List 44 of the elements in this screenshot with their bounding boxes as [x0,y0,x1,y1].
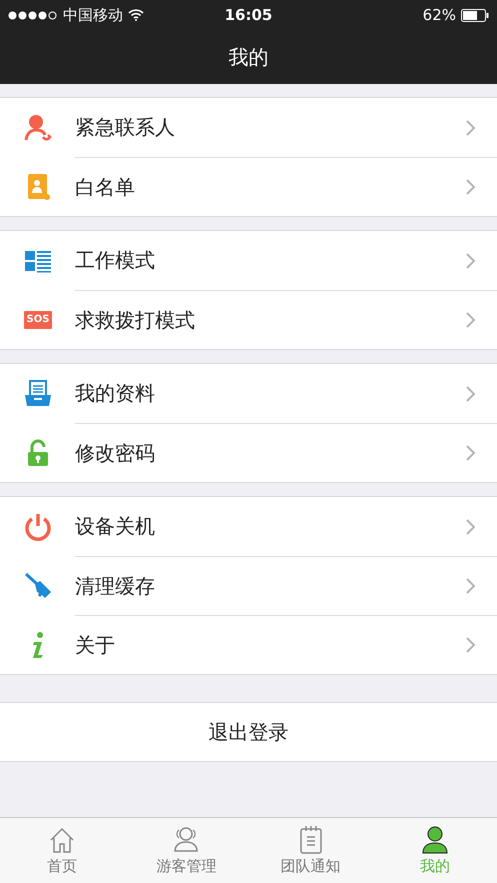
wifi-icon [128,9,144,21]
menu-item[interactable]: 关于 [0,615,497,674]
menu-item[interactable]: 工作模式 [0,231,497,290]
menu-item[interactable]: 紧急联系人 [0,98,497,157]
tray-icon [23,378,53,408]
tab[interactable]: 团队通知 [248,818,373,883]
sos-icon: SOS [24,310,52,328]
chevron-icon [466,578,475,594]
menu-label: 清理缓存 [75,572,155,600]
person-phone-icon [23,112,53,142]
battery-percent: 62% [422,6,456,24]
chevron-icon [466,518,475,534]
menu-item[interactable]: SOS 求救拨打模式 [0,290,497,349]
menu-label: 求救拨打模式 [75,306,195,334]
menu-label: 工作模式 [75,247,155,274]
menu-label: 紧急联系人 [75,114,175,141]
menu-item[interactable]: 我的资料 [0,364,497,423]
menu-item[interactable]: 清理缓存 [0,556,497,615]
menu-label: 关于 [75,632,115,658]
page-title: 我的 [228,44,268,70]
tab[interactable]: 游客管理 [124,818,248,883]
chevron-icon [466,445,475,461]
menu-label: 修改密码 [75,440,155,466]
chevron-icon [466,252,475,268]
chevron-icon [466,179,475,195]
power-icon [23,512,53,542]
menu-label: 白名单 [75,174,135,200]
chevron-icon [466,120,475,136]
chevron-icon [466,637,475,653]
brush-icon [23,570,53,600]
carrier-name: 中国移动 [63,6,123,24]
person-icon [420,825,450,855]
menu-label: 我的资料 [75,380,155,407]
tab[interactable]: 首页 [0,818,124,883]
menu-item[interactable]: 修改密码 [0,423,497,482]
menu-item[interactable]: 白名单 [0,157,497,216]
menu-item[interactable]: 设备关机 [0,497,497,556]
clock-time: 16:05 [224,6,272,24]
menu-label: 设备关机 [75,513,155,540]
battery-icon [461,8,489,22]
chevron-icon [466,312,475,328]
logout-button[interactable]: 退出登录 [0,702,497,762]
chevron-icon [466,386,475,402]
signal-icon [8,10,58,20]
